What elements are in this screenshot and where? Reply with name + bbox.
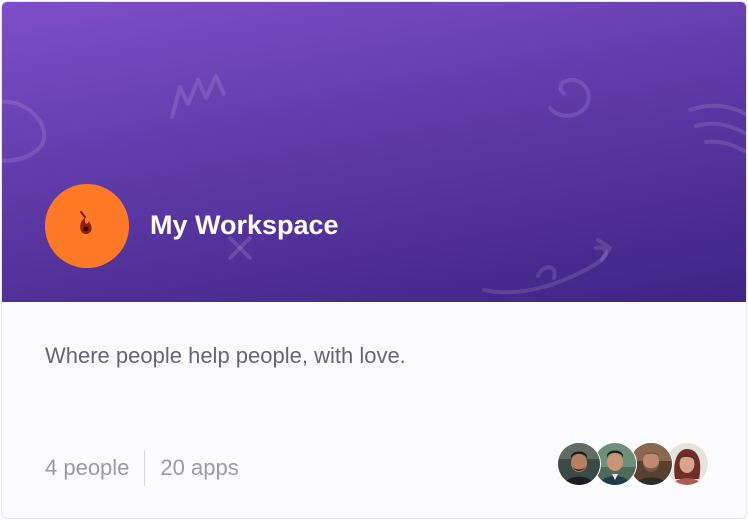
apps-count: 20 apps xyxy=(160,455,239,480)
member-avatar-1-icon[interactable] xyxy=(557,442,601,486)
card-header-banner: My Workspace xyxy=(2,2,746,302)
workspace-avatar[interactable] xyxy=(45,184,129,268)
stats-divider xyxy=(144,450,146,486)
workspace-name[interactable]: My Workspace xyxy=(150,207,339,243)
people-count: 4 people xyxy=(45,455,130,480)
member-avatar-stack[interactable] xyxy=(557,442,709,486)
workspace-description: Where people help people, with love. xyxy=(45,343,406,368)
workspace-card[interactable]: My Workspace Where people help people, w… xyxy=(1,1,747,519)
fire-logo-icon xyxy=(45,184,129,268)
workspace-stats: 4 people 20 apps xyxy=(45,450,239,486)
